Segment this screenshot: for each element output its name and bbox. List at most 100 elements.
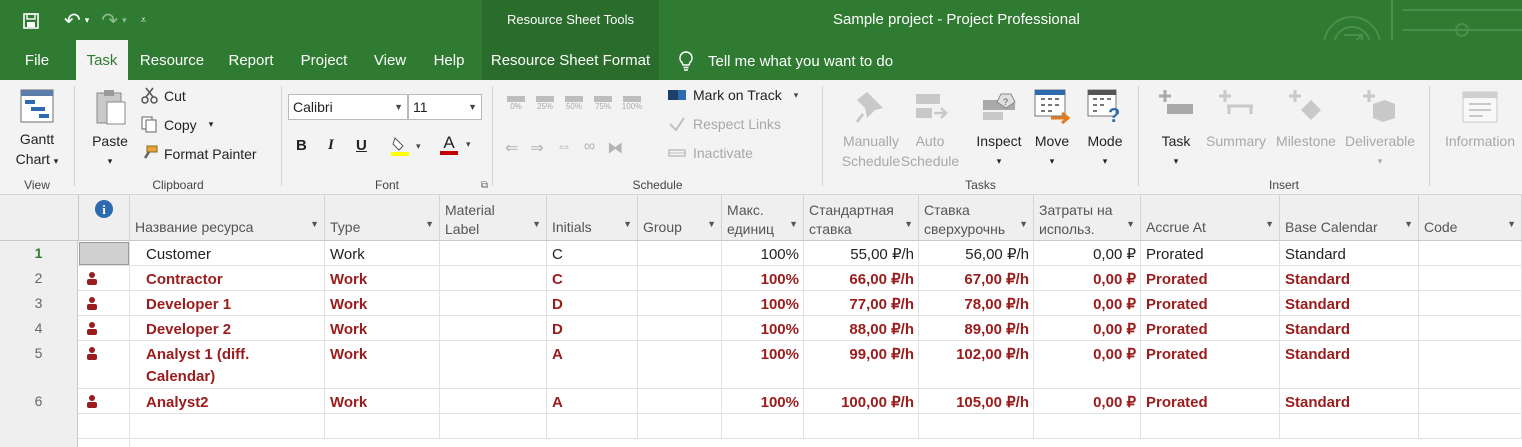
pct-50-button[interactable]: 50% bbox=[563, 96, 585, 111]
cell-max-units[interactable]: 100% bbox=[722, 241, 804, 269]
cell-resource-name-empty[interactable] bbox=[130, 414, 325, 439]
table-row[interactable]: 5 Analyst 1 (diff. Calendar) Work A 100%… bbox=[0, 341, 1522, 389]
header-indicators[interactable]: i bbox=[79, 195, 130, 241]
row-number[interactable]: 2 bbox=[0, 266, 78, 291]
cell-resource-name[interactable]: Developer 1 bbox=[130, 291, 325, 319]
pct-100-button[interactable]: 100% bbox=[621, 96, 643, 111]
cell-calendar-empty[interactable] bbox=[1280, 414, 1419, 439]
cell-initials[interactable]: D bbox=[547, 291, 638, 319]
cell-ovt-rate[interactable]: 89,00 ₽/h bbox=[919, 316, 1034, 344]
cell-cost-per-use[interactable]: 0,00 ₽ bbox=[1034, 341, 1141, 389]
cell-type[interactable]: Work bbox=[325, 291, 440, 319]
dropdown-arrow-icon[interactable]: ▼ bbox=[789, 215, 798, 234]
pct-25-button[interactable]: 25% bbox=[534, 96, 556, 111]
cell-initials[interactable]: A bbox=[547, 389, 638, 417]
cell-initials[interactable]: C bbox=[547, 266, 638, 294]
cell-initials[interactable]: C bbox=[547, 241, 638, 269]
cell-base-calendar[interactable]: Standard bbox=[1280, 241, 1419, 269]
cell-max-units[interactable]: 100% bbox=[722, 389, 804, 417]
tab-view[interactable]: View bbox=[362, 40, 418, 80]
cell-cost-per-use[interactable]: 0,00 ₽ bbox=[1034, 316, 1141, 344]
cell-group[interactable] bbox=[638, 389, 722, 414]
header-accrue-at[interactable]: Accrue At ▼ bbox=[1141, 195, 1280, 241]
customize-qat-icon[interactable]: ⩡ bbox=[141, 15, 147, 26]
cell-std-rate[interactable]: 88,00 ₽/h bbox=[804, 316, 919, 344]
cell-type[interactable]: Work bbox=[325, 241, 440, 269]
cell-type[interactable]: Work bbox=[325, 341, 440, 389]
tab-task[interactable]: Task bbox=[76, 40, 128, 81]
header-material-label[interactable]: Material Label ▼ bbox=[440, 195, 547, 241]
cell-max-units[interactable]: 100% bbox=[722, 341, 804, 389]
tab-report[interactable]: Report bbox=[216, 40, 286, 80]
split-icon[interactable]: ⇔ bbox=[556, 138, 572, 158]
cell-group[interactable] bbox=[638, 241, 722, 266]
selected-indicator-cell[interactable] bbox=[79, 242, 129, 265]
cell-resource-name[interactable]: Developer 2 bbox=[130, 316, 325, 344]
header-code[interactable]: Code ▼ bbox=[1419, 195, 1522, 241]
cell-ovt-rate[interactable]: 56,00 ₽/h bbox=[919, 241, 1034, 269]
cell-base-calendar[interactable]: Standard bbox=[1280, 341, 1419, 389]
tab-resource[interactable]: Resource bbox=[130, 40, 214, 80]
header-base-calendar[interactable]: Base Calendar ▼ bbox=[1280, 195, 1419, 241]
cell-accrue-at[interactable]: Prorated bbox=[1141, 316, 1280, 344]
cell-std-rate[interactable]: 66,00 ₽/h bbox=[804, 266, 919, 294]
select-all-corner[interactable] bbox=[0, 195, 79, 241]
header-resource-name[interactable]: Название ресурса ▼ bbox=[130, 195, 325, 241]
cell-material-label[interactable] bbox=[440, 241, 547, 266]
cell-base-calendar[interactable]: Standard bbox=[1280, 389, 1419, 417]
cell-code[interactable] bbox=[1419, 341, 1522, 389]
cell-ovt-rate[interactable]: 78,00 ₽/h bbox=[919, 291, 1034, 319]
row-number-empty[interactable] bbox=[0, 414, 78, 439]
dropdown-arrow-icon[interactable]: ▼ bbox=[904, 215, 913, 234]
tab-project[interactable]: Project bbox=[288, 40, 360, 80]
table-row[interactable]: 1 Customer Work C 100% 55,00 ₽/h 56,00 ₽… bbox=[0, 241, 1522, 269]
pct-75-button[interactable]: 75% bbox=[592, 96, 614, 111]
cell-accrue-at[interactable]: Prorated bbox=[1141, 291, 1280, 319]
cell-code-empty[interactable] bbox=[1419, 414, 1522, 439]
tab-help[interactable]: Help bbox=[420, 40, 478, 80]
chevron-down-icon[interactable]: ▼ bbox=[468, 95, 477, 119]
header-group[interactable]: Group ▼ bbox=[638, 195, 722, 241]
dropdown-arrow-icon[interactable]: ▼ bbox=[310, 215, 319, 234]
cell-material-label[interactable] bbox=[440, 266, 547, 291]
dropdown-arrow-icon[interactable]: ▼ bbox=[1404, 215, 1413, 234]
cell-base-calendar[interactable]: Standard bbox=[1280, 291, 1419, 319]
inactivate-button[interactable]: Inactivate bbox=[667, 145, 753, 161]
save-icon[interactable] bbox=[22, 12, 40, 30]
cell-type[interactable]: Work bbox=[325, 266, 440, 294]
undo-icon[interactable]: ↶ bbox=[64, 8, 81, 33]
redo-dropdown-icon[interactable]: ▾ bbox=[122, 15, 127, 26]
unlink-icon[interactable]: ⧓ bbox=[607, 138, 623, 158]
dropdown-arrow-icon[interactable]: ▼ bbox=[1507, 215, 1516, 234]
italic-button[interactable]: I bbox=[328, 137, 334, 154]
header-ovt-rate[interactable]: Ставка сверхурочнь ▼ bbox=[919, 195, 1034, 241]
row-number[interactable]: 4 bbox=[0, 316, 78, 341]
dialog-launcher-icon[interactable]: ⧉ bbox=[481, 180, 488, 191]
cell-initials[interactable]: D bbox=[547, 316, 638, 344]
cell-indicator-empty[interactable] bbox=[79, 414, 130, 439]
cell-std-rate[interactable]: 100,00 ₽/h bbox=[804, 389, 919, 417]
cell-material-empty[interactable] bbox=[440, 414, 547, 439]
cell-type-empty[interactable] bbox=[325, 414, 440, 439]
cell-group[interactable] bbox=[638, 266, 722, 291]
cell-max-empty[interactable] bbox=[722, 414, 804, 439]
cell-accrue-at[interactable]: Prorated bbox=[1141, 266, 1280, 294]
dropdown-arrow-icon[interactable]: ▼ bbox=[1126, 215, 1135, 234]
insert-task-button[interactable]: Task ▾ bbox=[1151, 88, 1201, 171]
table-row[interactable]: 3 Developer 1 Work D 100% 77,00 ₽/h 78,0… bbox=[0, 291, 1522, 319]
respect-links-button[interactable]: Respect Links bbox=[667, 116, 781, 132]
cell-type[interactable]: Work bbox=[325, 389, 440, 417]
cell-code[interactable] bbox=[1419, 291, 1522, 316]
dropdown-arrow-icon[interactable]: ▼ bbox=[425, 215, 434, 234]
table-row[interactable]: 2 Contractor Work C 100% 66,00 ₽/h 67,00… bbox=[0, 266, 1522, 294]
table-row[interactable]: 4 Developer 2 Work D 100% 88,00 ₽/h 89,0… bbox=[0, 316, 1522, 344]
link-icon[interactable]: ∞ bbox=[584, 138, 595, 158]
cut-button[interactable]: Cut bbox=[141, 87, 186, 104]
header-initials[interactable]: Initials ▼ bbox=[547, 195, 638, 241]
header-std-rate[interactable]: Стандартная ставка ▼ bbox=[804, 195, 919, 241]
cell-ovt-rate[interactable]: 105,00 ₽/h bbox=[919, 389, 1034, 417]
cell-group[interactable] bbox=[638, 341, 722, 389]
empty-row[interactable] bbox=[0, 414, 1522, 439]
cell-resource-name[interactable]: Customer bbox=[130, 241, 325, 269]
mode-button[interactable]: ? Mode ▾ bbox=[1081, 88, 1129, 171]
